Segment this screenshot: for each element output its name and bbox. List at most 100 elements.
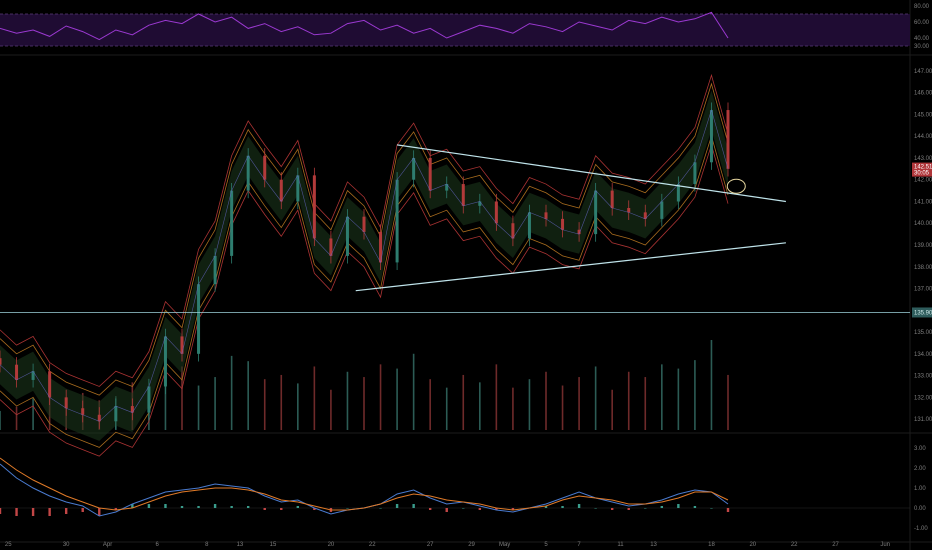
macd-histogram-bar [197, 506, 200, 508]
price-tick-label: 144.00 [914, 134, 932, 140]
macd-histogram-bar [677, 504, 680, 508]
volume-bar [429, 379, 431, 430]
candle-body [693, 162, 697, 185]
rsi-tick-label: 80.00 [914, 4, 930, 10]
candle-body [627, 208, 631, 213]
candle-body [230, 190, 234, 256]
volume-bar [214, 377, 216, 430]
price-tick-label: 132.00 [914, 395, 932, 401]
candle-body [544, 212, 548, 219]
candle-body [48, 371, 52, 398]
macd-signal-line [0, 457, 729, 511]
trading-chart[interactable]: 80.0060.0040.0030.00147.00146.00145.0014… [0, 0, 932, 550]
time-axis-label: 7 [577, 542, 581, 548]
macd-histogram-bar [147, 504, 151, 508]
candle-body [345, 216, 349, 256]
macd-histogram-bar [395, 504, 399, 508]
candle-body [246, 155, 250, 191]
volume-bar [247, 361, 249, 430]
macd-histogram-bar [379, 508, 382, 509]
macd-tick-label: 3.00 [914, 446, 926, 452]
time-axis-label: 25 [5, 542, 12, 548]
moving-average-line [0, 109, 729, 422]
candle-body [130, 406, 134, 413]
volume-bar [611, 389, 613, 430]
candle-body [412, 157, 416, 180]
volume-bar [661, 364, 663, 430]
macd-histogram-bar [246, 506, 250, 508]
volume-bar [528, 379, 531, 430]
macd-histogram-bar [462, 508, 465, 509]
volume-bar [197, 385, 200, 430]
candle-body [660, 201, 664, 219]
time-axis-label: 22 [369, 542, 376, 548]
time-axis-label: May [499, 542, 510, 548]
candle-body [594, 190, 598, 235]
macd-histogram-bar [660, 506, 664, 508]
volume-bar [412, 353, 415, 430]
volume-bar [727, 374, 729, 430]
macd-histogram-bar [263, 508, 266, 510]
time-axis-label: 27 [427, 542, 434, 548]
candle-body [461, 184, 465, 206]
candle-body [726, 110, 730, 169]
volume-bar [578, 377, 580, 430]
volume-bar [0, 410, 1, 430]
candle-body [81, 408, 85, 415]
candle-body [494, 201, 498, 224]
rsi-tick-label: 60.00 [914, 20, 930, 26]
candle-body [428, 157, 432, 191]
time-axis-label: 29 [468, 542, 475, 548]
price-tick-label: 146.00 [914, 91, 932, 97]
time-axis-label: 13 [650, 542, 657, 548]
candle-body [561, 218, 565, 230]
candle-body [395, 179, 399, 263]
time-axis-label: Jun [880, 542, 890, 548]
time-axis-label: 5 [544, 542, 548, 548]
volume-bar [32, 398, 34, 430]
time-axis-label: 6 [156, 542, 160, 548]
volume-bar [297, 383, 299, 430]
macd-histogram-bar [31, 508, 35, 516]
volume-bar [396, 368, 398, 430]
macd-histogram-bar [478, 508, 482, 510]
macd-histogram-bar [726, 508, 730, 512]
volume-bar [694, 360, 696, 430]
volume-bar [677, 368, 680, 430]
macd-tick-label: 2.00 [914, 466, 926, 472]
time-axis-label: 13 [237, 542, 244, 548]
rsi-band [0, 14, 910, 46]
macd-histogram-bar [213, 504, 217, 508]
volume-bar [594, 366, 597, 430]
macd-histogram-bar [280, 508, 283, 510]
price-tick-label: 147.00 [914, 69, 932, 75]
price-tick-label: 142.00 [914, 178, 932, 184]
price-tick-label: 135.00 [914, 330, 932, 336]
macd-histogram-bar [561, 506, 564, 508]
macd-histogram-bar [48, 508, 51, 516]
time-axis-label: 22 [791, 542, 798, 548]
price-tick-label: 143.00 [914, 156, 932, 162]
candle-body [709, 110, 713, 163]
candle-body [15, 364, 19, 380]
volume-bar [263, 379, 266, 430]
macd-histogram-bar [445, 508, 448, 512]
macd-tick-label: 1.00 [914, 486, 926, 492]
volume-bar [363, 377, 365, 430]
time-axis-label: 15 [270, 542, 277, 548]
rsi-tick-label: 30.00 [914, 44, 930, 50]
macd-histogram-bar [346, 508, 349, 509]
candle-body [213, 255, 217, 285]
time-axis-label: Apr [103, 542, 112, 548]
price-tick-label: 145.00 [914, 112, 932, 118]
candle-body [312, 175, 316, 239]
bar-countdown-label: 30:05 [914, 171, 930, 177]
time-axis-label: 11 [617, 542, 624, 548]
candle-body [0, 358, 2, 365]
volume-bar [330, 389, 332, 430]
macd-histogram-bar [710, 508, 713, 509]
macd-histogram-bar [412, 504, 415, 508]
breakout-ellipse[interactable] [726, 178, 746, 194]
volume-bar [379, 364, 382, 430]
price-tick-label: 137.00 [914, 287, 932, 293]
